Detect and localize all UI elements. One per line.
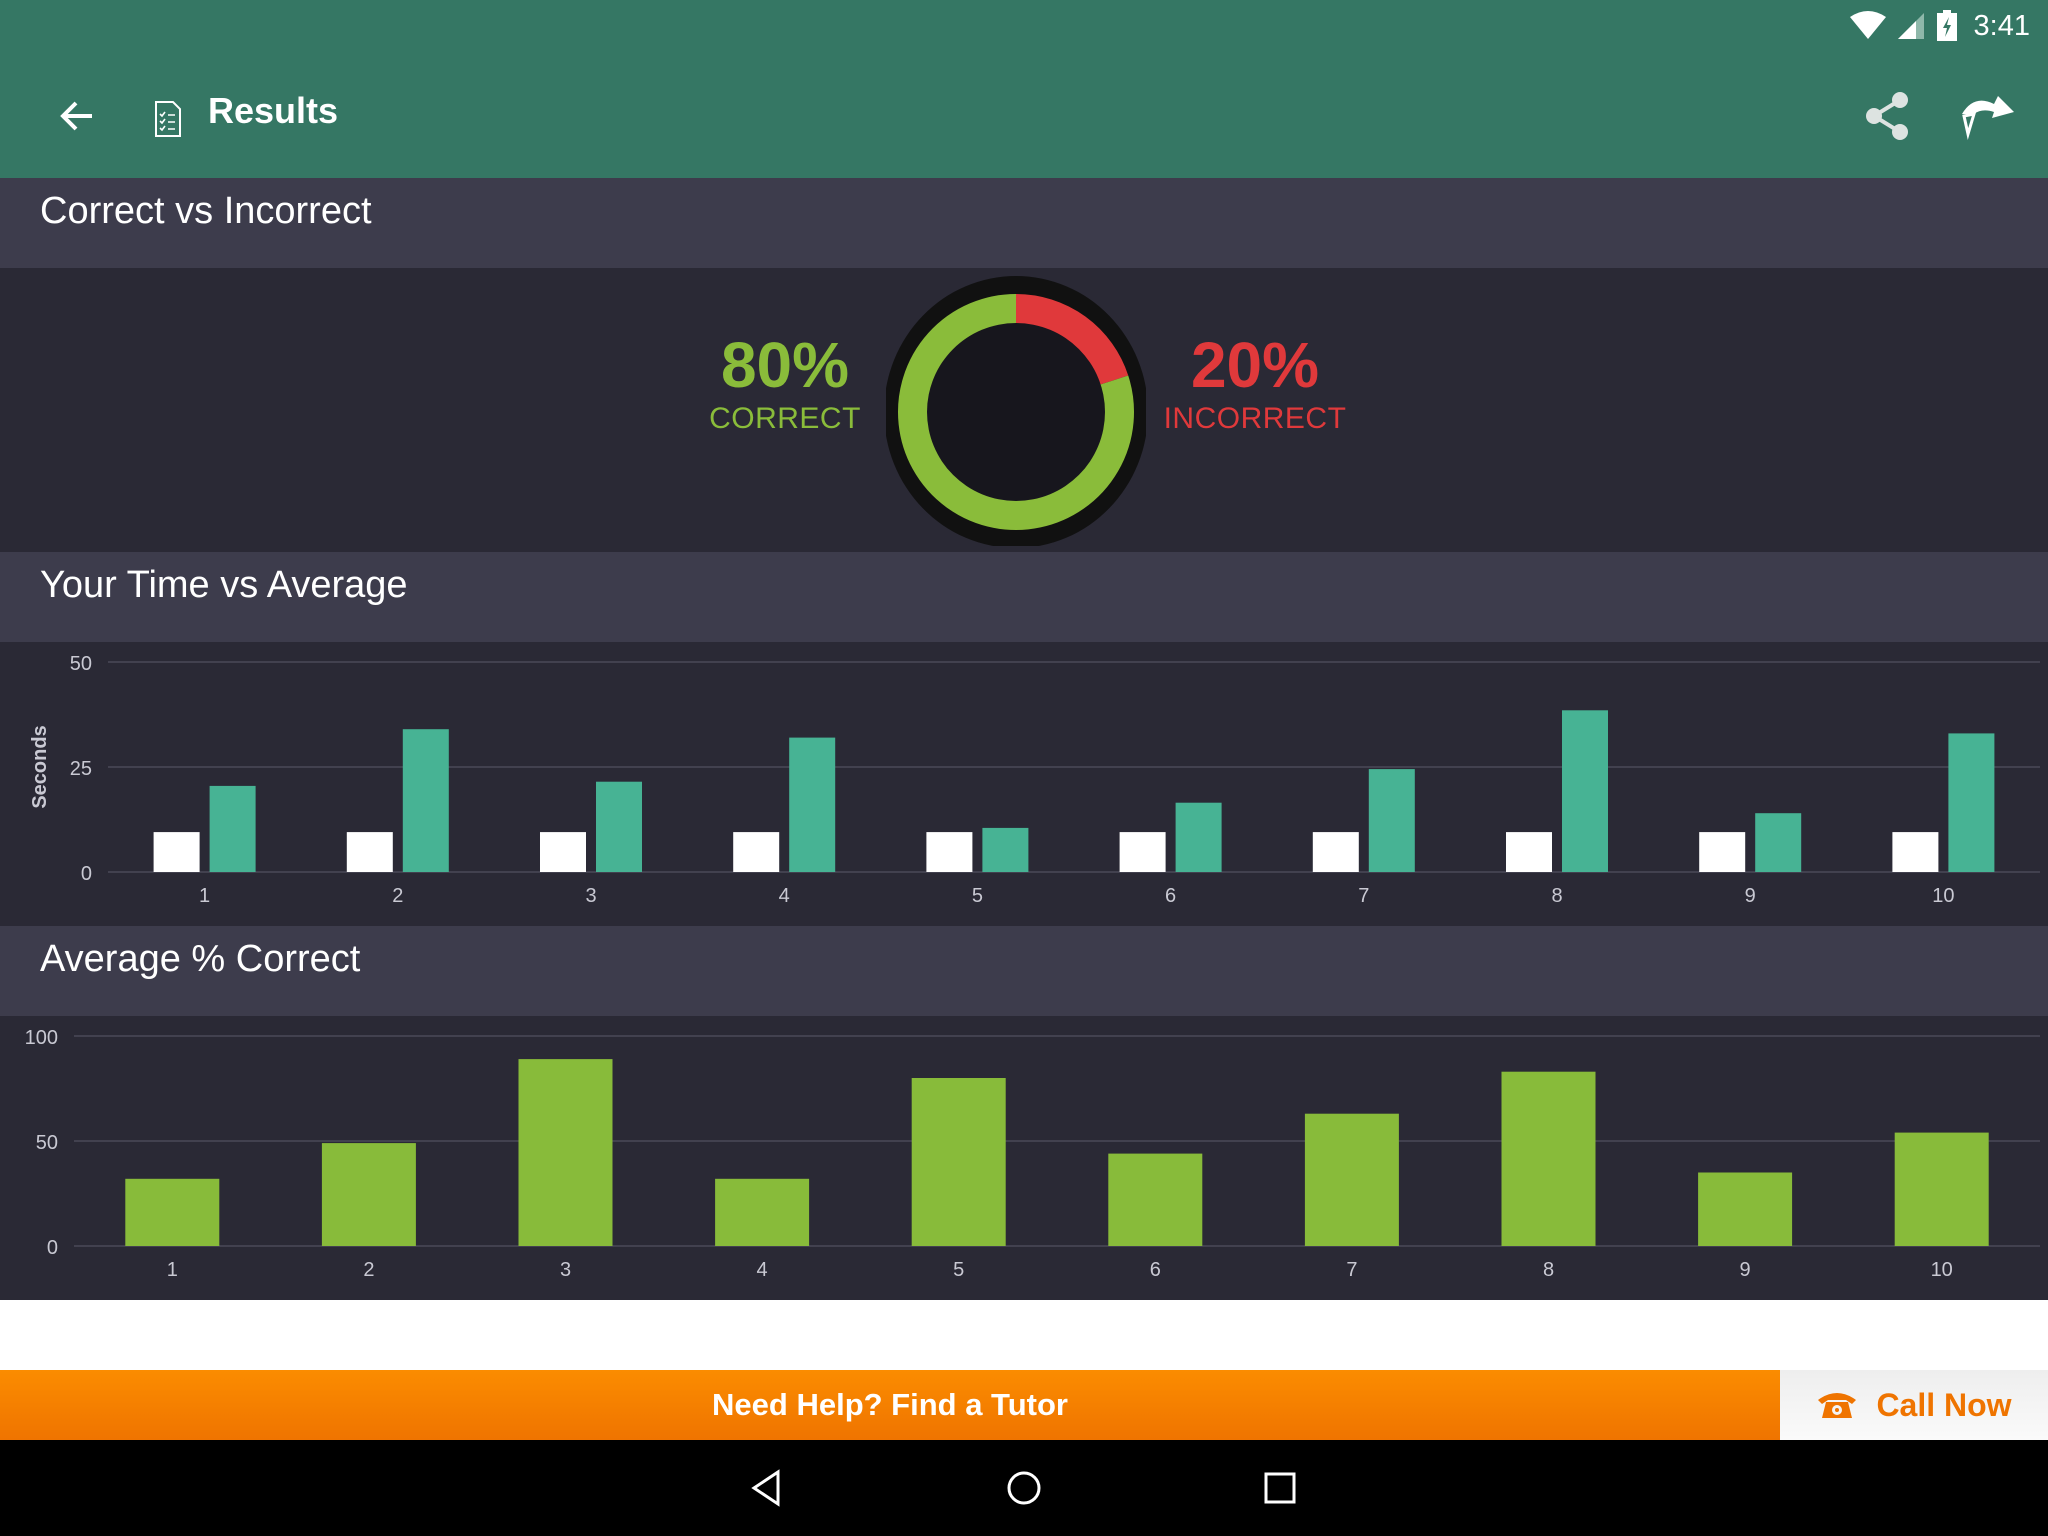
status-bar: 3:41 [1849, 6, 2030, 46]
incorrect-label: INCORRECT [1163, 402, 1347, 435]
section-title: Your Time vs Average [40, 564, 408, 606]
chameleon-logo-icon[interactable] [1952, 84, 2016, 148]
x-tick-label: 6 [1165, 885, 1176, 907]
status-time: 3:41 [1973, 9, 2030, 42]
arrow-left-icon[interactable] [56, 94, 100, 138]
bar-value-10 [1894, 1132, 1989, 1246]
cell-signal-icon [1897, 13, 1924, 39]
bar-value-4 [715, 1178, 810, 1246]
bar-your-time-6 [1119, 832, 1166, 872]
bar-value-7 [1304, 1113, 1399, 1246]
x-tick-label: 5 [953, 1259, 964, 1281]
bar-average-2 [402, 729, 449, 872]
x-tick-label: 1 [167, 1259, 178, 1281]
bar-average-3 [596, 781, 642, 872]
bar-average-7 [1368, 769, 1415, 872]
bar-average-8 [1562, 710, 1608, 872]
bar-your-time-5 [926, 832, 973, 872]
correct-incorrect-panel: 80% CORRECT 20% INCORRECT [0, 268, 2048, 552]
nav-back-icon[interactable] [746, 1466, 790, 1510]
correct-summary: 80% CORRECT [700, 328, 870, 436]
call-now-label: Call Now [1876, 1386, 2012, 1423]
bar-average-4 [789, 737, 836, 872]
bar-your-time-4 [733, 832, 780, 872]
bar-your-time-10 [1892, 832, 1939, 872]
correct-percent: 80% [720, 329, 850, 401]
app-bar: 3:41 Results [0, 0, 2048, 178]
x-tick-label: 6 [1150, 1259, 1161, 1281]
bar-average-10 [1948, 733, 1995, 872]
time-vs-average-chart: 0 25 50 Seconds 1 2 3 4 5 6 7 8 9 10 [29, 653, 2040, 907]
bar-your-time-8 [1506, 832, 1552, 872]
x-tick-label: 9 [1740, 1259, 1751, 1281]
section-header-correct-vs-incorrect: Correct vs Incorrect [0, 178, 2048, 268]
x-tick-label: 7 [1358, 885, 1369, 907]
section-header-average-percent: Average % Correct [0, 926, 2048, 1016]
y-axis-label: Seconds [29, 725, 51, 808]
x-tick-label: 7 [1346, 1259, 1357, 1281]
bar-your-time-1 [153, 832, 200, 872]
x-tick-label: 5 [972, 885, 983, 907]
bar-your-time-3 [540, 832, 586, 872]
correct-incorrect-donut [886, 276, 1146, 546]
section-title: Average % Correct [40, 938, 361, 980]
bar-average-1 [209, 785, 256, 872]
incorrect-percent: 20% [1190, 329, 1320, 401]
bar-value-5 [911, 1078, 1006, 1246]
bar-value-8 [1501, 1071, 1596, 1246]
x-tick-label: 4 [779, 885, 790, 907]
share-icon[interactable] [1862, 88, 1914, 144]
x-tick-label: 10 [1932, 885, 1954, 907]
y-tick-label: 50 [36, 1132, 58, 1154]
nav-home-icon[interactable] [1002, 1466, 1046, 1510]
y-tick-label: 0 [81, 863, 92, 885]
donut-center [927, 323, 1105, 501]
bar-your-time-7 [1312, 832, 1359, 872]
checklist-document-icon [155, 101, 181, 137]
system-nav-bar [0, 1440, 2048, 1536]
y-tick-label: 25 [70, 758, 92, 780]
x-tick-label: 10 [1931, 1259, 1953, 1281]
x-tick-label: 4 [757, 1259, 768, 1281]
bar-value-9 [1698, 1172, 1793, 1246]
bar-average-9 [1755, 813, 1802, 872]
page-title: Results [208, 90, 339, 131]
x-tick-label: 9 [1745, 885, 1756, 907]
call-now-button[interactable]: Call Now [1780, 1370, 2048, 1440]
section-title: Correct vs Incorrect [40, 190, 372, 232]
bar-your-time-9 [1699, 832, 1746, 872]
find-tutor-button[interactable]: Need Help? Find a Tutor [0, 1370, 1780, 1440]
nav-recents-icon[interactable] [1258, 1466, 1302, 1510]
average-percent-chart: 0 50 100 1 2 3 4 5 6 7 8 9 10 [25, 1027, 2040, 1281]
bar-average-5 [982, 827, 1029, 872]
x-tick-label: 8 [1551, 885, 1562, 907]
bar-your-time-2 [346, 832, 393, 872]
y-tick-label: 50 [70, 653, 92, 675]
x-tick-label: 3 [585, 885, 596, 907]
x-tick-label: 2 [392, 885, 403, 907]
find-tutor-label: Need Help? Find a Tutor [712, 1387, 1068, 1422]
bar-value-3 [518, 1059, 613, 1246]
x-tick-label: 8 [1543, 1259, 1554, 1281]
bar-value-2 [321, 1143, 416, 1246]
telephone-icon [1818, 1393, 1857, 1418]
x-tick-label: 1 [199, 885, 210, 907]
y-tick-label: 100 [25, 1027, 58, 1049]
avg-chart-panel: 0 50 100 1 2 3 4 5 6 7 8 9 10 [0, 1016, 2048, 1300]
x-tick-label: 3 [560, 1259, 571, 1281]
y-tick-label: 0 [47, 1237, 58, 1259]
bar-value-6 [1108, 1153, 1203, 1246]
time-chart-panel: 0 25 50 Seconds 1 2 3 4 5 6 7 8 9 10 [0, 642, 2048, 926]
bar-average-6 [1175, 802, 1222, 872]
wifi-icon [1849, 11, 1886, 39]
x-tick-label: 2 [363, 1259, 374, 1281]
section-header-time-vs-average: Your Time vs Average [0, 552, 2048, 642]
battery-charging-icon [1936, 10, 1957, 41]
bar-value-1 [125, 1178, 220, 1246]
correct-label: CORRECT [709, 402, 861, 435]
incorrect-summary: 20% INCORRECT [1160, 328, 1350, 436]
toolbar: Results [0, 80, 2048, 152]
